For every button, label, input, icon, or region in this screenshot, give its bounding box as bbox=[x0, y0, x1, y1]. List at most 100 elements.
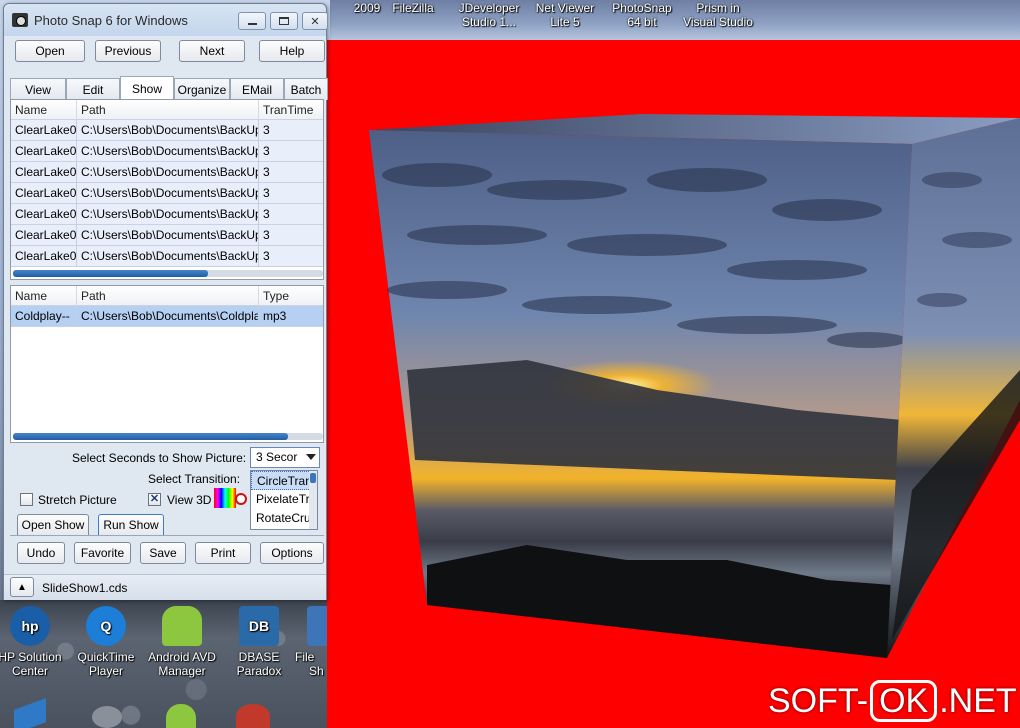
column-header-trantime[interactable]: TranTime bbox=[259, 100, 323, 121]
seconds-label: Select Seconds to Show Picture: bbox=[72, 451, 247, 465]
column-header-path[interactable]: Path bbox=[77, 100, 259, 121]
stretch-picture-checkbox[interactable] bbox=[20, 493, 33, 506]
options-button[interactable]: Options bbox=[260, 542, 324, 564]
table-row[interactable]: ClearLake0 C:\Users\Bob\Documents\BackUp… bbox=[11, 162, 323, 183]
desktop-icon-label: PhotoSnap bbox=[612, 1, 672, 15]
tab-organize[interactable]: Organize bbox=[174, 78, 230, 100]
stretch-picture-label: Stretch Picture bbox=[38, 493, 117, 507]
cell-trantime: 3 bbox=[259, 183, 323, 204]
column-header-name[interactable]: Name bbox=[11, 100, 77, 121]
color-picker-icon[interactable] bbox=[214, 488, 236, 508]
tab-batch[interactable]: Batch bbox=[284, 78, 328, 100]
file-icon bbox=[307, 606, 327, 646]
desktop-icon-label: Android AVD bbox=[148, 650, 216, 664]
hp-icon: hp bbox=[10, 606, 50, 646]
cell-name: ClearLake0 bbox=[11, 141, 77, 162]
column-header-path[interactable]: Path bbox=[77, 286, 259, 307]
list-item[interactable]: PixelateTr bbox=[251, 490, 317, 509]
desktop-icon-partial[interactable] bbox=[14, 698, 46, 728]
view-3d-label: View 3D bbox=[167, 493, 212, 507]
cell-type: mp3 bbox=[259, 306, 323, 327]
run-show-button[interactable]: Run Show bbox=[98, 514, 164, 536]
cell-trantime: 3 bbox=[259, 246, 323, 267]
watermark-part3: .NET bbox=[939, 681, 1017, 720]
desktop-icon-photosnap[interactable]: PhotoSnap 64 bit bbox=[602, 1, 682, 29]
desktop-icon-label: QuickTime bbox=[77, 650, 135, 664]
status-bar: ▲ SlideShow1.cds bbox=[4, 574, 326, 600]
list-item[interactable]: RotateCru bbox=[251, 509, 317, 528]
scrollbar-thumb[interactable] bbox=[13, 433, 288, 440]
desktop-icon-file-share[interactable]: File Sh bbox=[295, 606, 327, 678]
favorite-button[interactable]: Favorite bbox=[74, 542, 131, 564]
desktop-icon-label: Studio 1... bbox=[461, 15, 517, 29]
radio-icon[interactable] bbox=[235, 493, 247, 505]
next-button[interactable]: Next bbox=[179, 40, 245, 62]
help-button[interactable]: Help bbox=[259, 40, 325, 62]
print-button[interactable]: Print bbox=[195, 542, 251, 564]
close-button[interactable]: ✕ bbox=[302, 12, 328, 30]
triangle-up-icon: ▲ bbox=[17, 581, 27, 593]
gear-icon[interactable] bbox=[92, 706, 122, 728]
cell-name: Coldplay-- bbox=[11, 306, 77, 327]
desktop-icon-dbase-paradox[interactable]: DB DBASE Paradox bbox=[219, 606, 299, 678]
column-header-type[interactable]: Type bbox=[259, 286, 323, 307]
pictures-horizontal-scrollbar[interactable] bbox=[13, 270, 323, 277]
cell-name: ClearLake0 bbox=[11, 183, 77, 204]
check-icon: ✕ bbox=[149, 493, 160, 505]
scrollbar-thumb[interactable] bbox=[310, 473, 316, 483]
scrollbar-thumb[interactable] bbox=[13, 270, 208, 277]
grid-header: Name Path TranTime bbox=[11, 100, 323, 121]
cell-trantime: 3 bbox=[259, 162, 323, 183]
table-row[interactable]: ClearLake0 C:\Users\Bob\Documents\BackUp… bbox=[11, 246, 323, 267]
previous-button[interactable]: Previous bbox=[95, 40, 161, 62]
helmet-icon[interactable] bbox=[236, 704, 270, 728]
list-item[interactable]: CircleTran bbox=[251, 471, 317, 490]
cell-trantime: 3 bbox=[259, 204, 323, 225]
column-header-name[interactable]: Name bbox=[11, 286, 77, 307]
desktop-icon-net-viewer[interactable]: Net Viewer Lite 5 bbox=[525, 1, 605, 29]
maximize-button[interactable] bbox=[270, 12, 298, 30]
tab-email[interactable]: EMail bbox=[230, 78, 284, 100]
desktop-icon-hp-solution-center[interactable]: hp HP Solution Center bbox=[0, 606, 70, 678]
music-horizontal-scrollbar[interactable] bbox=[13, 433, 323, 440]
open-show-button[interactable]: Open Show bbox=[17, 514, 89, 536]
title-bar[interactable]: Photo Snap 6 for Windows ✕ bbox=[4, 4, 328, 36]
table-row[interactable]: ClearLake0 C:\Users\Bob\Documents\BackUp… bbox=[11, 183, 323, 204]
seconds-select[interactable]: 3 Secor bbox=[250, 447, 320, 468]
view-3d-checkbox[interactable]: ✕ bbox=[148, 493, 161, 506]
cell-path: C:\Users\Bob\Documents\BackUp bbox=[77, 183, 259, 204]
tab-show[interactable]: Show bbox=[120, 76, 174, 100]
window-title: Photo Snap 6 for Windows bbox=[34, 13, 188, 28]
table-row[interactable]: ClearLake0 C:\Users\Bob\Documents\BackUp… bbox=[11, 225, 323, 246]
minimize-icon bbox=[247, 23, 257, 25]
table-row[interactable]: Coldplay-- C:\Users\Bob\Documents\Coldpl… bbox=[11, 306, 323, 327]
minimize-button[interactable] bbox=[238, 12, 266, 30]
database-icon: DB bbox=[239, 606, 279, 646]
transition-label: Select Transition: bbox=[148, 472, 241, 486]
cell-path: C:\Users\Bob\Documents\BackUp bbox=[77, 225, 259, 246]
table-row[interactable]: ClearLake0 C:\Users\Bob\Documents\BackUp… bbox=[11, 120, 323, 141]
camera-icon bbox=[12, 13, 28, 27]
expand-up-button[interactable]: ▲ bbox=[10, 577, 34, 597]
tab-view[interactable]: View bbox=[10, 78, 66, 100]
desktop-icon-label: FileZilla bbox=[392, 1, 434, 15]
grid-header: Name Path Type bbox=[11, 286, 323, 307]
desktop-icon-filezilla[interactable]: FileZilla bbox=[373, 1, 453, 15]
android-icon[interactable] bbox=[166, 704, 196, 728]
desktop-icon-jdeveloper[interactable]: JDeveloper Studio 1... bbox=[449, 1, 529, 29]
music-grid[interactable]: Name Path Type Coldplay-- C:\Users\Bob\D… bbox=[10, 285, 324, 443]
watermark-part1: SOFT- bbox=[768, 681, 869, 720]
desktop-icon-quicktime[interactable]: Q QuickTime Player bbox=[66, 606, 146, 678]
save-button[interactable]: Save bbox=[140, 542, 186, 564]
undo-button[interactable]: Undo bbox=[17, 542, 65, 564]
transition-list[interactable]: CircleTran PixelateTr RotateCru bbox=[250, 470, 318, 530]
tab-edit[interactable]: Edit bbox=[66, 78, 120, 100]
open-button[interactable]: Open bbox=[15, 40, 85, 62]
pictures-grid[interactable]: Name Path TranTime ClearLake0 C:\Users\B… bbox=[10, 99, 324, 280]
desktop-icon-android-avd[interactable]: Android AVD Manager bbox=[142, 606, 222, 678]
table-row[interactable]: ClearLake0 C:\Users\Bob\Documents\BackUp… bbox=[11, 141, 323, 162]
transition-vertical-scrollbar[interactable] bbox=[309, 471, 317, 529]
desktop-icon-prism[interactable]: Prism in Visual Studio bbox=[678, 1, 758, 29]
table-row[interactable]: ClearLake0 C:\Users\Bob\Documents\BackUp… bbox=[11, 204, 323, 225]
cell-path: C:\Users\Bob\Documents\BackUp bbox=[77, 162, 259, 183]
